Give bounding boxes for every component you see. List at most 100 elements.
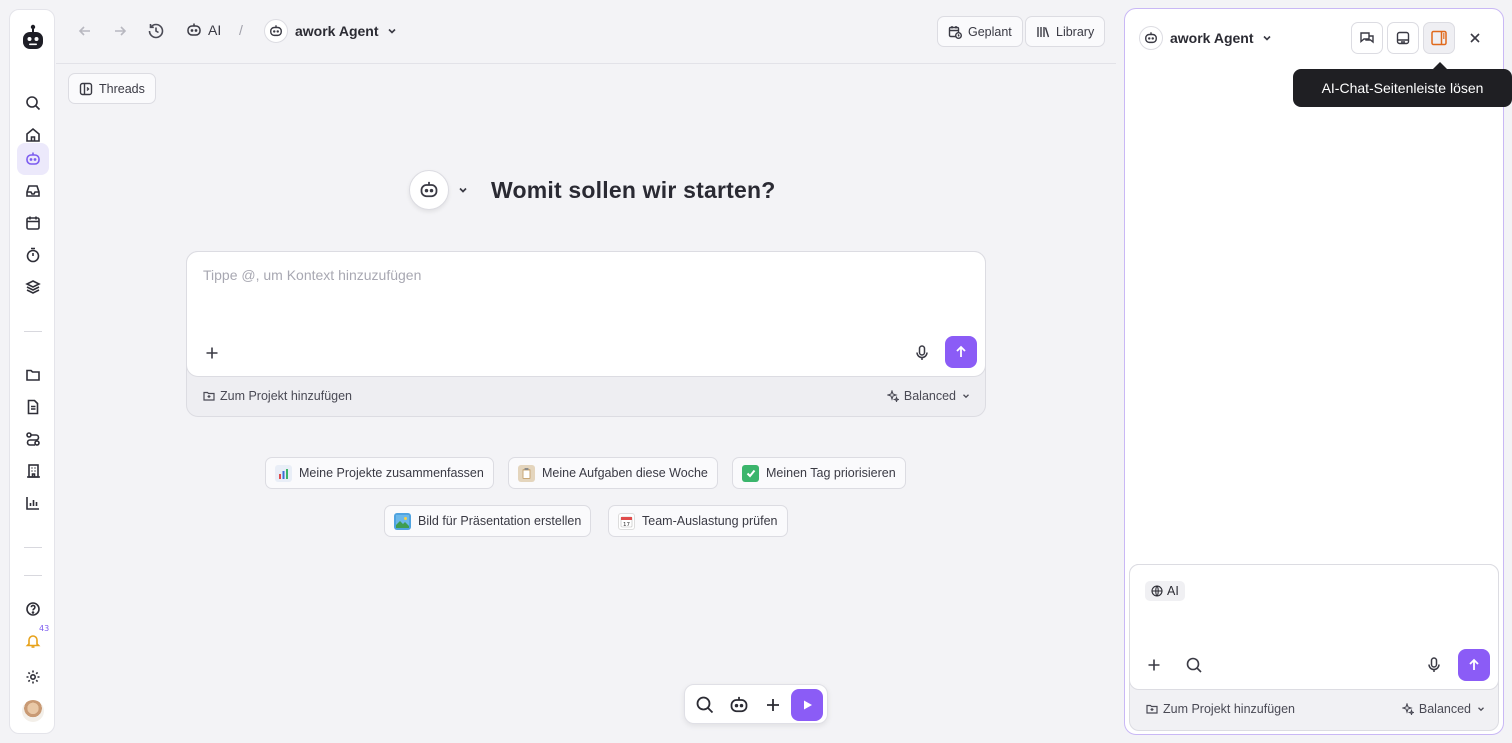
ai-bot-icon (186, 22, 202, 38)
rail-inbox-icon[interactable] (17, 175, 49, 207)
threads-button[interactable]: Threads (68, 73, 156, 104)
panel-agent-name: awork Agent (1170, 30, 1254, 46)
suggestion-chip[interactable]: Bild für Präsentation erstellen (384, 505, 592, 537)
sidebar-right-icon (1430, 29, 1448, 47)
forward-arrow-icon[interactable] (109, 20, 131, 42)
plus-icon[interactable] (1144, 655, 1164, 675)
rail-calendar-icon[interactable] (17, 207, 49, 239)
calendar-emoji-icon: 17 (618, 512, 635, 530)
panel-mode-selector[interactable]: Balanced (1401, 702, 1486, 716)
add-to-project-button[interactable]: Zum Projekt hinzufügen (203, 389, 352, 403)
sparkle-icon (1401, 703, 1414, 715)
library-icon (1036, 25, 1050, 39)
dock-play-button[interactable] (791, 689, 823, 721)
rail-ai-bot-icon[interactable] (17, 143, 49, 175)
play-icon (800, 698, 814, 712)
hero: Womit sollen wir starten? (409, 170, 775, 210)
dock-search-icon[interactable] (695, 695, 715, 715)
context-chip-label: AI (1167, 584, 1179, 598)
rail-building-icon[interactable] (17, 455, 49, 487)
page-title: Womit sollen wir starten? (491, 176, 776, 203)
chevron-down-icon (1261, 32, 1273, 44)
rail-layers-icon[interactable] (17, 271, 49, 303)
dock-bottom-icon (1395, 30, 1411, 46)
suggestion-label: Bild für Präsentation erstellen (418, 514, 582, 528)
panel-add-to-project-label: Zum Projekt hinzufügen (1163, 702, 1296, 716)
arrow-up-icon (1467, 658, 1481, 672)
tooltip-arrow (1433, 62, 1447, 69)
rail-divider (24, 331, 42, 332)
suggestion-chip[interactable]: Meinen Tag priorisieren (732, 457, 906, 489)
plus-icon[interactable] (202, 343, 222, 363)
mode-label: Balanced (903, 389, 956, 403)
landscape-emoji-icon (394, 512, 411, 530)
rail-chart-icon[interactable] (17, 487, 49, 519)
panel-dock-bottom-button[interactable] (1387, 22, 1419, 54)
add-to-project-label: Zum Projekt hinzufügen (220, 389, 353, 403)
rail-divider (24, 547, 42, 548)
bar-chart-emoji-icon (275, 464, 292, 482)
sidebar-toggle-icon (79, 82, 93, 96)
panel-agent-selector[interactable]: awork Agent (1139, 26, 1273, 50)
globe-icon (1151, 585, 1163, 597)
agent-bot-icon (264, 19, 288, 43)
awork-logo-icon[interactable] (20, 24, 46, 52)
rail-folder-icon[interactable] (17, 359, 49, 391)
main-area: AI / awork Agent Geplant Library Threads… (56, 0, 1116, 743)
threads-label: Threads (99, 81, 145, 96)
suggestion-label: Meine Aufgaben diese Woche (542, 466, 708, 480)
dock-plus-icon[interactable] (763, 695, 783, 715)
hero-bot-icon[interactable] (409, 170, 449, 210)
floating-dock (684, 684, 828, 724)
breadcrumb-separator: / (239, 22, 243, 38)
back-arrow-icon[interactable] (74, 20, 96, 42)
rail-settings-icon[interactable] (17, 661, 49, 693)
panel-undock-button[interactable] (1423, 22, 1455, 54)
panel-chats-button[interactable] (1351, 22, 1383, 54)
library-button[interactable]: Library (1025, 16, 1106, 47)
calendar-clock-icon (948, 25, 962, 39)
scheduled-button[interactable]: Geplant (937, 16, 1023, 47)
library-label: Library (1056, 24, 1095, 39)
context-chip[interactable]: AI (1145, 581, 1185, 601)
composer-input-area (186, 251, 986, 377)
clipboard-emoji-icon (518, 464, 535, 482)
agent-selector[interactable]: awork Agent (264, 19, 398, 43)
rail-workflow-icon[interactable] (17, 423, 49, 455)
dock-ai-bot-icon[interactable] (729, 695, 749, 715)
search-icon[interactable] (1184, 655, 1204, 675)
svg-text:17: 17 (623, 522, 630, 528)
panel-mode-label: Balanced (1418, 702, 1471, 716)
breadcrumb-ai[interactable]: AI (186, 22, 221, 38)
mode-selector[interactable]: Balanced (886, 389, 971, 403)
arrow-up-icon (954, 345, 968, 359)
panel-send-button[interactable] (1458, 649, 1490, 681)
scheduled-label: Geplant (968, 24, 1012, 39)
undock-tooltip: AI-Chat-Seitenleiste lösen (1293, 69, 1512, 107)
rail-document-icon[interactable] (17, 391, 49, 423)
microphone-icon[interactable] (912, 343, 932, 363)
rail-search-icon[interactable] (17, 87, 49, 119)
suggestion-chip[interactable]: 17 Team-Auslastung prüfen (608, 505, 788, 537)
suggestion-chip[interactable]: Meine Projekte zusammenfassen (265, 457, 494, 489)
breadcrumb-ai-label: AI (208, 22, 222, 38)
check-mark-emoji-icon (742, 464, 759, 482)
panel-add-to-project-button[interactable]: Zum Projekt hinzufügen (1146, 702, 1295, 716)
close-icon (1468, 31, 1482, 45)
panel-composer-input-area[interactable]: AI (1129, 564, 1499, 690)
suggestion-chip[interactable]: Meine Aufgaben diese Woche (508, 457, 718, 489)
panel-close-button[interactable] (1459, 22, 1491, 54)
folder-add-icon (203, 390, 215, 402)
microphone-icon[interactable] (1424, 655, 1444, 675)
rail-timer-icon[interactable] (17, 239, 49, 271)
chat-input[interactable] (203, 267, 963, 283)
chevron-down-icon (961, 391, 971, 401)
user-avatar[interactable] (22, 700, 44, 722)
panel-chat-composer: AI Zum Projekt hinzufügen Balanced (1129, 564, 1499, 731)
history-icon[interactable] (145, 20, 167, 42)
send-button[interactable] (945, 336, 977, 368)
folder-add-icon (1146, 703, 1158, 715)
rail-help-icon[interactable] (17, 593, 49, 625)
chevron-down-icon[interactable] (457, 184, 469, 196)
notification-count-badge: 43 (39, 624, 50, 633)
